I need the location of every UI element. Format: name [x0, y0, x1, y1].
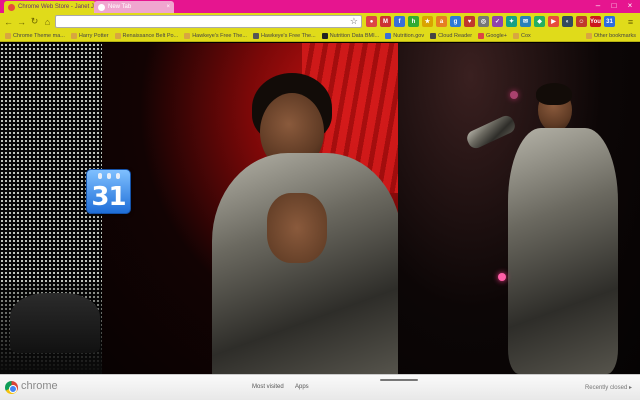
performer-neckline	[267, 193, 327, 263]
bookmark-favicon-icon	[430, 32, 437, 39]
bookmark-label: Nutrition Data BMI...	[329, 32, 380, 39]
other-bookmarks[interactable]: Other bookmarks	[584, 30, 638, 41]
minimize-button[interactable]: –	[590, 0, 606, 10]
ext-purple-icon[interactable]: ✓	[492, 16, 503, 27]
performer-hair	[536, 83, 572, 105]
bookmark-item[interactable]: Nutrition Data BMI...	[320, 30, 382, 41]
bookmark-item[interactable]: Hawkeye's Free The...	[251, 30, 318, 41]
pink-stage-light	[510, 91, 518, 99]
bookmark-favicon-icon	[70, 32, 77, 39]
bookmark-label: Harry Potter	[78, 32, 109, 39]
other-bookmarks-label: Other bookmarks	[593, 32, 636, 39]
bookmark-label: Hawkeye's Free The...	[260, 32, 316, 39]
tab-label: New Tab	[108, 4, 132, 10]
calendar-date-number: 31	[91, 182, 126, 212]
performer-silver-suit	[212, 153, 398, 374]
bookmark-favicon-icon	[321, 32, 328, 39]
bookmark-label: Cox	[521, 32, 531, 39]
bookmark-label: Hawkeye's Free The...	[192, 32, 247, 39]
extension-icons: ● Mf h ★ a g ♥ ◎ ✓ ✦ ✉ ◆ ▶ ◐ ☺ You 31	[366, 16, 615, 27]
performer-closeup-panel	[102, 43, 398, 374]
bookmark-label: Google+	[486, 32, 507, 39]
bookmark-favicon-icon	[385, 32, 392, 39]
home-button[interactable]: ⌂	[42, 16, 53, 27]
ext-grey-icon[interactable]: ◎	[478, 16, 489, 27]
tab-chrome-web-store[interactable]: Chrome Web Store - Janet J ×	[4, 1, 96, 13]
performer-silver-suit	[508, 128, 618, 374]
tab-label: Chrome Web Store - Janet J	[18, 4, 94, 10]
ext-red4-icon[interactable]: ☺	[576, 16, 587, 27]
maximize-button[interactable]: □	[606, 0, 622, 10]
performer-raised-arm	[464, 113, 518, 151]
ntp-tab-apps[interactable]: Apps	[295, 384, 309, 390]
recently-closed-menu[interactable]: Recently closed ▸	[585, 384, 632, 391]
pink-stage-light	[498, 273, 506, 281]
chrome-logo-icon	[5, 381, 18, 394]
ext-blue2-icon[interactable]: g	[450, 16, 461, 27]
ext-youtube-icon[interactable]: You	[590, 16, 601, 27]
bookmark-item[interactable]: Renaissance Belt Po...	[113, 30, 181, 41]
ext-green2-icon[interactable]: ◆	[534, 16, 545, 27]
ext-green-icon[interactable]: h	[408, 16, 419, 27]
folder-icon	[585, 32, 592, 39]
ext-dark-icon[interactable]: ◐	[562, 16, 573, 27]
toolbar: ← → ↻ ⌂ ☆ ● Mf h ★ a g ♥ ◎ ✓ ✦ ✉ ◆ ▶ ◐ ☺ You 31 ≡	[0, 13, 640, 30]
bookmark-favicon-icon	[513, 32, 519, 39]
bookmark-label: Cloud Reader	[438, 32, 473, 39]
ext-orange-icon[interactable]: a	[436, 16, 447, 27]
bookmark-favicon-icon	[252, 32, 259, 39]
tab-new-tab[interactable]: New Tab ×	[94, 1, 174, 13]
ext-red3-icon[interactable]: ▶	[548, 16, 559, 27]
ntp-footer: chrome Most visited Apps Recently closed…	[0, 374, 640, 400]
bookmark-favicon-icon	[114, 32, 121, 39]
bookmark-item[interactable]: Harry Potter	[69, 30, 111, 41]
ext-blue3-icon[interactable]: ✉	[520, 16, 531, 27]
bookmark-item[interactable]: Nutrition.gov	[383, 30, 426, 41]
ext-yellow-icon[interactable]: ★	[422, 16, 433, 27]
ntp-background: 31	[0, 43, 640, 374]
bookmark-favicon-icon	[5, 32, 11, 39]
ntp-page-indicator	[380, 379, 418, 381]
tab-favicon-icon	[98, 3, 105, 11]
bookmark-label: Nutrition.gov	[393, 32, 425, 39]
bookmark-label: Renaissance Belt Po...	[122, 32, 179, 39]
bookmark-favicon-icon	[184, 32, 191, 39]
bookmark-label: Chrome Theme ma...	[13, 32, 65, 39]
bookmarks-bar: Chrome Theme ma... Harry Potter Renaissanc…	[0, 30, 640, 42]
forward-button[interactable]: →	[16, 16, 27, 27]
calendar-rings	[87, 173, 130, 179]
ext-teal-icon[interactable]: ✦	[506, 16, 517, 27]
bookmark-item[interactable]: Cox	[511, 30, 533, 41]
ext-blue-icon[interactable]: f	[394, 16, 405, 27]
ext-red2-icon[interactable]: ♥	[464, 16, 475, 27]
tab-favicon-icon	[8, 3, 15, 11]
bookmark-item[interactable]: Google+	[476, 30, 509, 41]
bookmark-item[interactable]: Chrome Theme ma...	[3, 30, 67, 41]
bookmark-item[interactable]: Hawkeye's Free The...	[182, 30, 249, 41]
ext-gmail-icon[interactable]: M	[380, 16, 391, 27]
wrench-menu-icon[interactable]: ≡	[625, 16, 636, 27]
ext-cal-icon[interactable]: 31	[604, 16, 615, 27]
performer-dancing-panel	[398, 43, 640, 374]
ntp-tab-most-visited[interactable]: Most visited	[252, 384, 284, 390]
reload-button[interactable]: ↻	[29, 16, 40, 27]
star-icon[interactable]: ☆	[350, 16, 358, 27]
bookmark-item[interactable]: Cloud Reader	[428, 30, 474, 41]
tab-close-icon[interactable]: ×	[166, 4, 170, 10]
chrome-wordmark: chrome	[21, 380, 58, 392]
bookmark-favicon-icon	[478, 32, 485, 39]
tab-strip: Chrome Web Store - Janet J × New Tab × –…	[0, 0, 640, 13]
ext-red-icon[interactable]: ●	[366, 16, 377, 27]
address-input[interactable]	[59, 18, 350, 25]
close-window-button[interactable]: ×	[622, 0, 638, 10]
drum-kit	[10, 293, 100, 353]
back-button[interactable]: ←	[3, 16, 14, 27]
google-calendar-app-icon[interactable]: 31	[86, 169, 131, 214]
omnibox[interactable]: ☆	[55, 15, 362, 28]
